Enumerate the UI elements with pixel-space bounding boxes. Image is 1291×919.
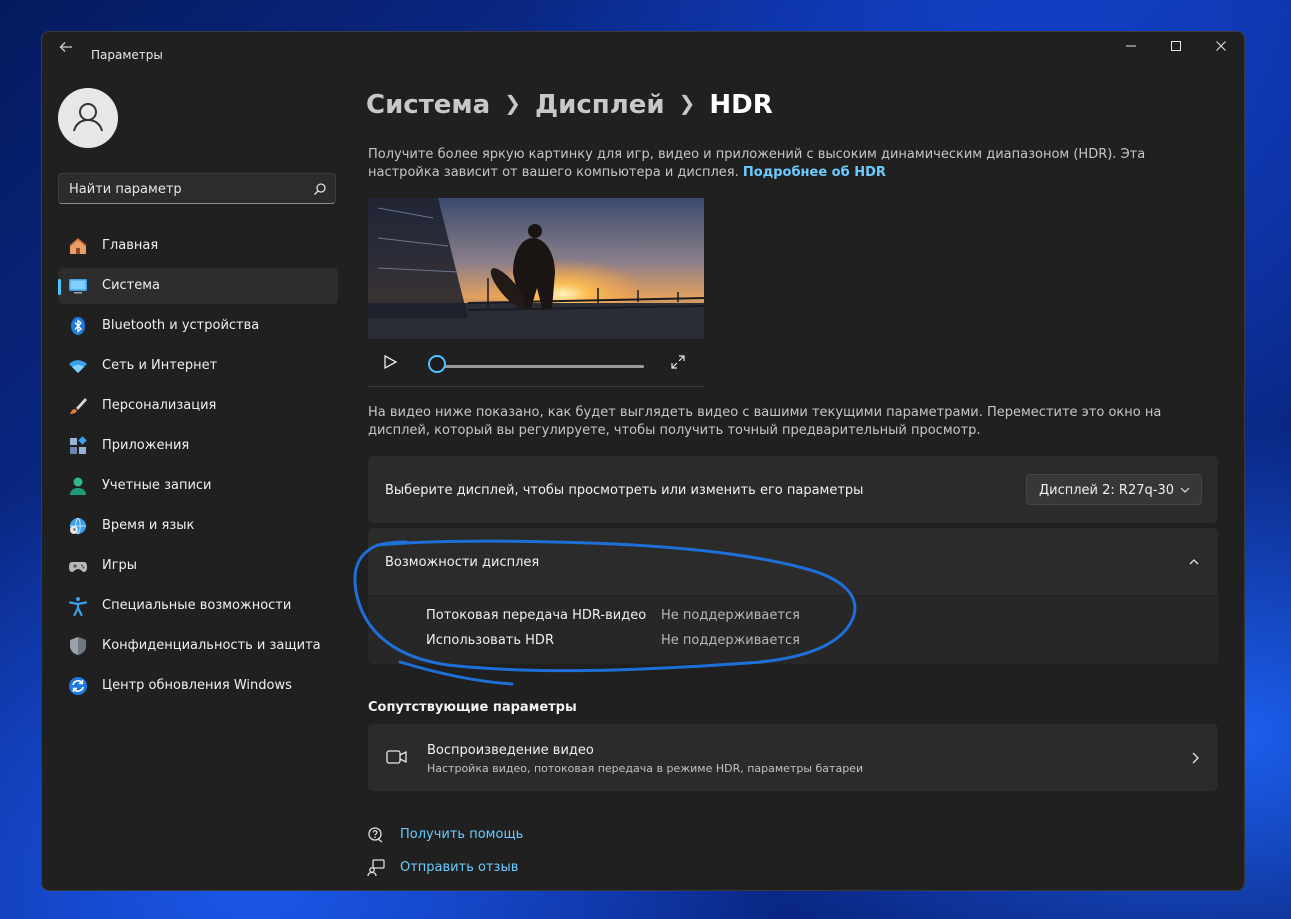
video-frame-image xyxy=(368,198,704,339)
sidebar-item-label: Центр обновления Windows xyxy=(102,678,292,693)
app-title: Параметры xyxy=(91,48,163,62)
seek-slider-thumb[interactable] xyxy=(428,355,446,373)
play-icon[interactable] xyxy=(382,354,398,370)
capability-value: Не поддерживается xyxy=(661,633,800,648)
active-indicator xyxy=(58,279,61,295)
minimize-button[interactable] xyxy=(1108,32,1154,64)
video-playback-title: Воспроизведение видео xyxy=(427,743,594,758)
sidebar-item-personalization[interactable]: Персонализация xyxy=(58,388,338,424)
chevron-right-icon: ❯ xyxy=(678,91,696,115)
sidebar-item-label: Учетные записи xyxy=(102,478,212,493)
sidebar-item-accounts[interactable]: Учетные записи xyxy=(58,468,338,504)
breadcrumb-item-system[interactable]: Система xyxy=(366,90,490,120)
close-button[interactable] xyxy=(1198,32,1244,64)
sidebar-item-home[interactable]: Главная xyxy=(58,228,338,264)
sidebar-item-label: Приложения xyxy=(102,438,190,453)
breadcrumb-item-display[interactable]: Дисплей xyxy=(535,90,665,120)
seek-track[interactable] xyxy=(440,365,644,368)
video-camera-icon xyxy=(386,750,407,764)
feedback-icon xyxy=(367,859,385,877)
maximize-button[interactable] xyxy=(1153,32,1199,64)
sidebar-item-label: Сеть и Интернет xyxy=(102,358,218,373)
sidebar-item-time-language[interactable]: Время и язык xyxy=(58,508,338,544)
sidebar-item-label: Персонализация xyxy=(102,398,217,413)
accessibility-icon xyxy=(68,597,88,616)
sidebar-item-label: Игры xyxy=(102,558,138,573)
fullscreen-icon[interactable] xyxy=(670,354,686,370)
home-icon xyxy=(69,238,87,254)
close-icon xyxy=(1216,41,1226,51)
capabilities-list: Потоковая передача HDR-видео Не поддержи… xyxy=(368,596,1218,664)
sidebar-item-label: Главная xyxy=(102,238,159,253)
shield-icon xyxy=(70,637,86,655)
maximize-icon xyxy=(1171,41,1181,51)
sidebar-item-gaming[interactable]: Игры xyxy=(58,548,338,584)
capability-label: Использовать HDR xyxy=(426,633,554,648)
learn-more-hdr-link[interactable]: Подробнее об HDR xyxy=(743,165,886,180)
chevron-down-icon xyxy=(1180,487,1190,493)
sidebar-item-label: Специальные возможности xyxy=(102,598,292,613)
sidebar-item-windows-update[interactable]: Центр обновления Windows xyxy=(58,668,338,704)
related-settings-heading: Сопутствующие параметры xyxy=(368,700,577,715)
display-dropdown-value: Дисплей 2: R27q-30 xyxy=(1039,483,1174,498)
monitor-icon xyxy=(69,279,87,294)
brush-icon xyxy=(70,398,87,414)
chevron-right-icon xyxy=(1192,752,1199,764)
capabilities-title: Возможности дисплея xyxy=(385,555,540,570)
sidebar-item-label: Bluetooth и устройства xyxy=(102,318,260,333)
sidebar-item-network[interactable]: Сеть и Интернет xyxy=(58,348,338,384)
display-select-label: Выберите дисплей, чтобы просмотреть или … xyxy=(385,483,864,498)
search-placeholder: Найти параметр xyxy=(69,182,182,197)
sidebar-item-apps[interactable]: Приложения xyxy=(58,428,338,464)
sidebar-item-privacy[interactable]: Конфиденциальность и защита xyxy=(58,628,338,664)
update-icon xyxy=(69,677,87,695)
send-feedback-link[interactable]: Отправить отзыв xyxy=(400,860,518,875)
title-bar: Параметры xyxy=(42,32,1244,64)
display-select-card: Выберите дисплей, чтобы просмотреть или … xyxy=(368,456,1218,523)
display-dropdown[interactable]: Дисплей 2: R27q-30 xyxy=(1026,474,1202,505)
wifi-icon xyxy=(69,360,87,373)
chevron-right-icon: ❯ xyxy=(504,91,521,115)
bluetooth-icon xyxy=(71,317,85,335)
minimize-icon xyxy=(1126,45,1136,47)
search-input[interactable]: Найти параметр xyxy=(58,173,336,204)
help-icon xyxy=(368,827,383,843)
capability-value: Не поддерживается xyxy=(661,608,800,623)
video-playback-link-card[interactable]: Воспроизведение видео Настройка видео, п… xyxy=(368,724,1218,791)
sidebar-item-accessibility[interactable]: Специальные возможности xyxy=(58,588,338,624)
video-controls xyxy=(368,339,704,387)
preview-description: На видео ниже показано, как будет выгляд… xyxy=(368,405,1162,438)
sidebar-item-bluetooth[interactable]: Bluetooth и устройства xyxy=(58,308,338,344)
apps-icon xyxy=(70,436,87,454)
intro-description: Получите более яркую картинку для игр, в… xyxy=(368,146,1218,182)
arrow-left-icon xyxy=(59,42,72,52)
breadcrumb: Система ❯ Дисплей ❯ HDR xyxy=(366,90,773,120)
search-icon xyxy=(314,183,326,195)
settings-window: Параметры Найти параметр Главная Система… xyxy=(41,31,1245,891)
sidebar-item-label: Время и язык xyxy=(102,518,195,533)
page-title: HDR xyxy=(709,90,773,120)
sidebar-item-system[interactable]: Система xyxy=(58,268,338,304)
clock-globe-icon xyxy=(70,517,86,535)
capability-label: Потоковая передача HDR-видео xyxy=(426,608,647,623)
video-playback-subtitle: Настройка видео, потоковая передача в ре… xyxy=(427,762,864,775)
hdr-video-preview[interactable] xyxy=(368,198,704,339)
chevron-up-icon[interactable] xyxy=(1188,556,1200,568)
person-placeholder-icon xyxy=(73,103,103,132)
sidebar-item-label: Конфиденциальность и защита xyxy=(102,638,321,653)
display-capabilities-expander[interactable]: Возможности дисплея xyxy=(368,528,1218,595)
get-help-link[interactable]: Получить помощь xyxy=(400,827,523,842)
person-icon xyxy=(70,477,86,495)
gamepad-icon xyxy=(69,562,87,572)
sidebar-item-label: Система xyxy=(102,278,161,293)
back-button[interactable] xyxy=(54,40,78,56)
avatar[interactable] xyxy=(58,88,118,148)
